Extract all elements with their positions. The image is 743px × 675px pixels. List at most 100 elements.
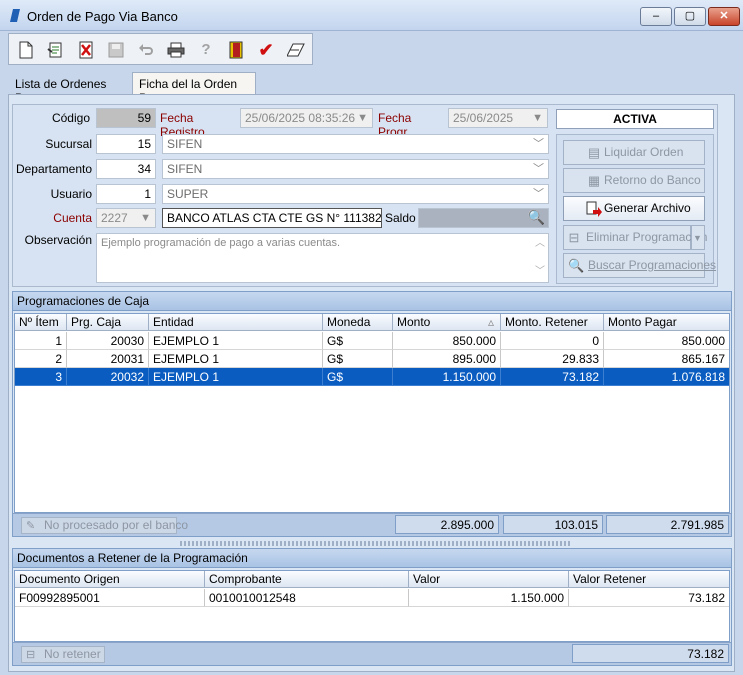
cell-entidad: EJEMPLO 1 — [149, 350, 323, 368]
search-icon: 🔍 — [568, 258, 585, 273]
new-document-icon[interactable] — [13, 37, 39, 63]
printer-icon[interactable] — [163, 37, 189, 63]
help-icon: ? — [201, 41, 211, 58]
exit-door-icon[interactable] — [223, 37, 249, 63]
buscar-programaciones-button: 🔍 Buscar Programaciones — [563, 253, 716, 278]
total-monto-retener: 103.015 — [503, 515, 603, 534]
sort-asc-icon: ▵ — [487, 315, 494, 329]
tab-strip: Lista de Ordenes Pago Ficha del la Orden… — [8, 72, 735, 105]
liquidar-orden-button: ▤ Liquidar Orden — [563, 140, 705, 165]
col-header-monto-retener[interactable]: Monto. Retener — [501, 314, 604, 331]
cell-monto-pagar: 850.000 — [604, 332, 729, 350]
no-retain-icon: ⊟ — [26, 649, 36, 661]
cell-entidad: EJEMPLO 1 — [149, 368, 323, 386]
fecha-prog-field: 25/06/2025 ▼ — [448, 108, 548, 128]
window-titlebar: Orden de Pago Via Banco ‒ ▢ ✕ — [0, 0, 743, 31]
chevron-down-icon: ﹀ — [533, 188, 544, 200]
minimize-button[interactable]: ‒ — [640, 7, 672, 26]
chevron-down-icon: ▼ — [140, 212, 151, 224]
eraser-icon[interactable] — [283, 37, 309, 63]
edit-document-icon[interactable] — [43, 37, 69, 63]
departamento-combo[interactable]: SIFEN ﹀ — [162, 159, 549, 179]
splitter-handle[interactable] — [180, 541, 570, 546]
cuenta-code-combo[interactable]: 2227 ▼ — [96, 208, 156, 228]
liquidate-icon: ▤ — [587, 145, 601, 160]
app-icon — [10, 9, 20, 22]
cell-monto-pagar: 1.076.818 — [604, 368, 729, 386]
retorno-banco-button: ▦ Retorno do Banco — [563, 168, 705, 193]
programaciones-grid: Nº Ítem Prg. Caja Entidad Moneda Monto ▵ … — [14, 313, 730, 513]
usuario-combo[interactable]: SUPER ﹀ — [162, 184, 549, 204]
search-icon[interactable]: 🔍 — [528, 210, 545, 224]
usuario-code-field[interactable]: 1 — [96, 184, 156, 204]
col-header-monto-pagar[interactable]: Monto Pagar — [604, 314, 729, 331]
col-header-monto[interactable]: Monto ▵ — [393, 314, 501, 331]
generar-archivo-button[interactable]: Generar Archivo — [563, 196, 705, 221]
no-retener-button: ⊟ No retener — [21, 646, 105, 663]
cell-prg-caja: 20030 — [67, 332, 149, 350]
edit-icon: ✎ — [26, 520, 36, 532]
scroll-up-icon[interactable]: ︿ — [535, 237, 545, 251]
status-badge: ACTIVA — [556, 109, 714, 129]
sucursal-label: Sucursal — [45, 137, 92, 151]
cell-valor: 1.150.000 — [409, 589, 569, 607]
cell-moneda: G$ — [323, 350, 393, 368]
col-header-item[interactable]: Nº Ítem — [15, 314, 67, 331]
sucursal-combo[interactable]: SIFEN ﹀ — [162, 134, 549, 154]
total-monto-pagar: 2.791.985 — [606, 515, 729, 534]
departamento-code-field[interactable]: 34 — [96, 159, 156, 179]
delete-document-icon[interactable] — [73, 37, 99, 63]
col-header-moneda[interactable]: Moneda — [323, 314, 393, 331]
saldo-field: 🔍 — [418, 208, 549, 228]
undo-icon — [133, 37, 159, 63]
cell-moneda: G$ — [323, 368, 393, 386]
departamento-label: Departamento — [15, 162, 92, 176]
col-header-entidad[interactable]: Entidad — [149, 314, 323, 331]
documentos-title: Documentos a Retener de la Programación — [13, 549, 731, 568]
cuenta-name-field[interactable]: BANCO ATLAS CTA CTE GS N° 1113822 SI — [162, 208, 382, 228]
total-valor-retener: 73.182 — [572, 644, 729, 663]
col-header-documento-origen[interactable]: Documento Origen — [15, 571, 205, 588]
col-header-prg-caja[interactable]: Prg. Caja — [67, 314, 149, 331]
cell-documento-origen: F00992895001 — [15, 589, 205, 607]
sucursal-code-field[interactable]: 15 — [96, 134, 156, 154]
eliminar-programacion-button: ⊟ Eliminar Programación — [563, 225, 707, 250]
window-title: Orden de Pago Via Banco — [27, 9, 178, 24]
observacion-textarea[interactable]: Ejemplo programación de pago a varias cu… — [96, 233, 549, 283]
tab-lista-ordenes[interactable]: Lista de Ordenes Pago — [8, 72, 132, 105]
cell-valor-retener: 73.182 — [569, 589, 729, 607]
cell-monto-pagar: 865.167 — [604, 350, 729, 368]
chevron-down-icon: ﹀ — [533, 138, 544, 150]
cell-monto: 850.000 — [393, 332, 501, 350]
col-header-valor-retener[interactable]: Valor Retener — [569, 571, 729, 588]
delete-program-icon: ⊟ — [568, 230, 580, 245]
cell-monto-retener: 29.833 — [501, 350, 604, 368]
generate-file-icon — [586, 201, 602, 217]
codigo-field: 59 — [96, 108, 156, 128]
close-button[interactable]: ✕ — [708, 7, 740, 26]
tab-ficha-orden[interactable]: Ficha del la Orden Pago — [132, 72, 256, 105]
cell-prg-caja: 20032 — [67, 368, 149, 386]
cell-prg-caja: 20031 — [67, 350, 149, 368]
saldo-label: Saldo — [385, 211, 416, 225]
chevron-down-icon: ▼ — [532, 112, 543, 124]
cell-moneda: G$ — [323, 332, 393, 350]
cell-entidad: EJEMPLO 1 — [149, 332, 323, 350]
toolbar: ? ✔ — [8, 33, 313, 65]
cell-item: 1 — [15, 332, 67, 350]
col-header-comprobante[interactable]: Comprobante — [205, 571, 409, 588]
eliminar-dropdown-button: ▼ — [691, 225, 705, 250]
programaciones-title: Programaciones de Caja — [13, 292, 731, 311]
usuario-label: Usuario — [50, 187, 92, 201]
fecha-registro-field: 25/06/2025 08:35:26 ▼ — [240, 108, 373, 128]
cell-item: 3 — [15, 368, 67, 386]
cell-monto: 895.000 — [393, 350, 501, 368]
maximize-button[interactable]: ▢ — [674, 7, 706, 26]
cuenta-label: Cuenta — [53, 211, 92, 225]
observacion-label: Observación — [24, 233, 92, 247]
cell-comprobante: 0010010012548 — [205, 589, 409, 607]
col-header-valor[interactable]: Valor — [409, 571, 569, 588]
bank-return-icon: ▦ — [587, 173, 601, 188]
checkmark-icon[interactable]: ✔ — [253, 37, 279, 63]
scroll-down-icon[interactable]: ﹀ — [535, 265, 545, 279]
